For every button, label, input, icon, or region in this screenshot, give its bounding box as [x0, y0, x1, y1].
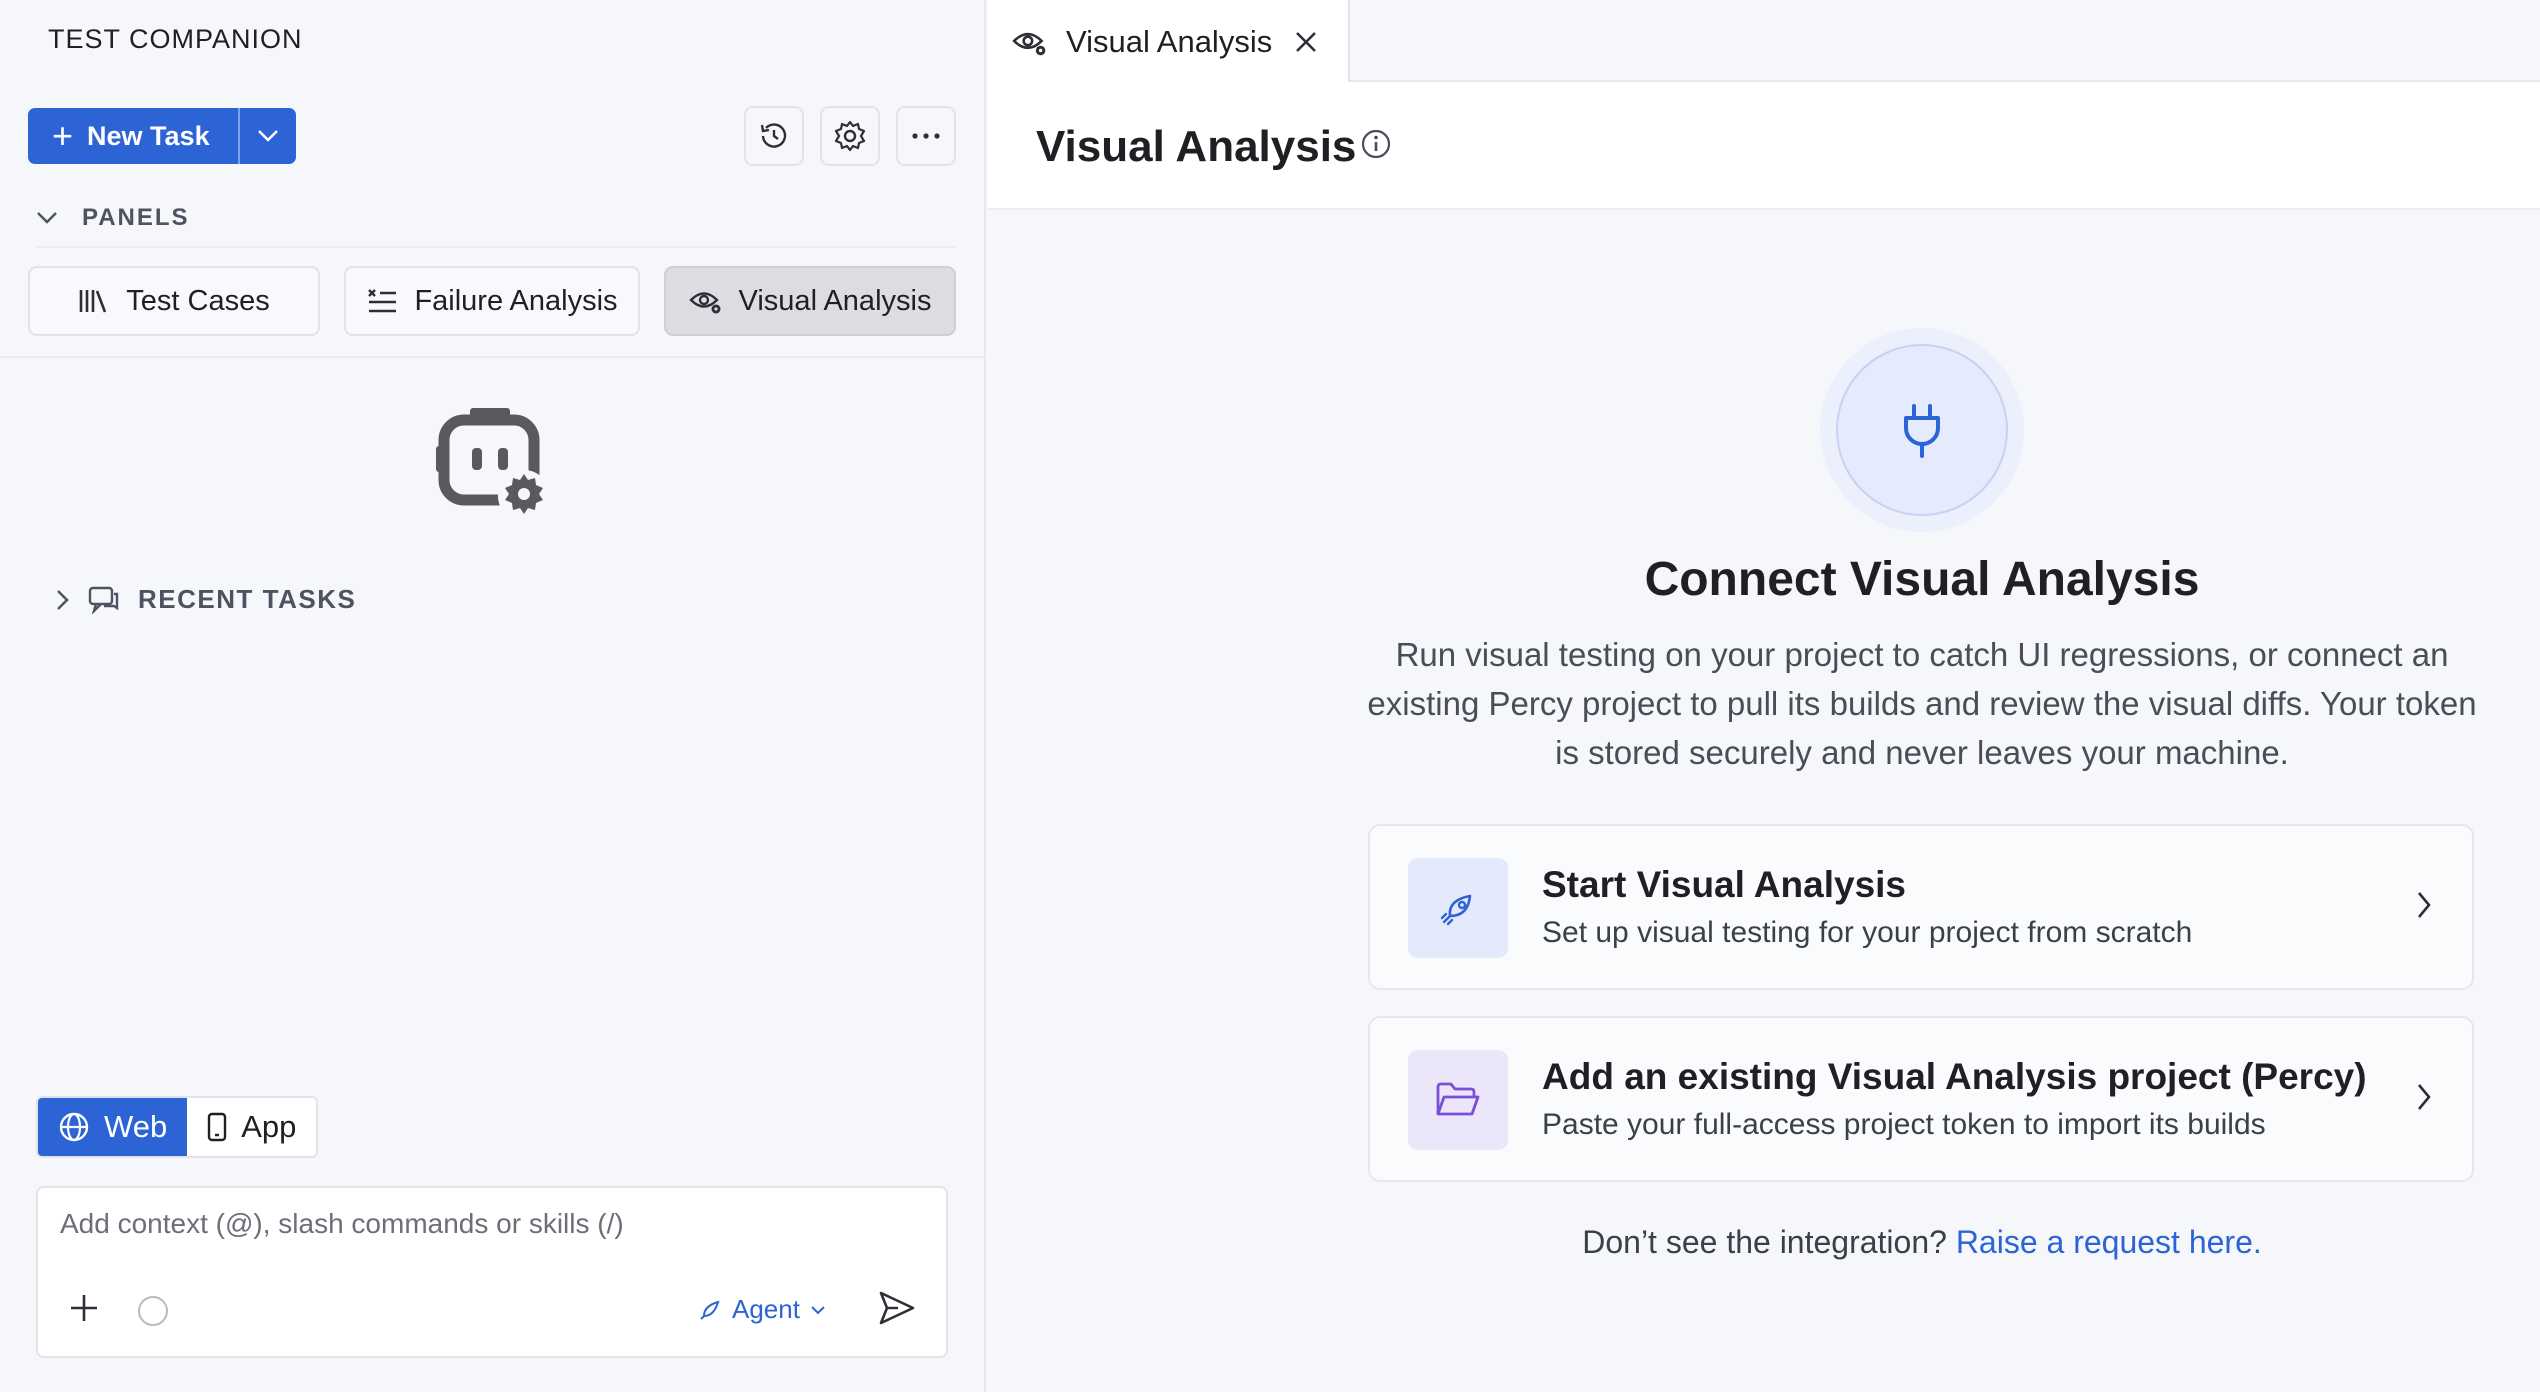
settings-button[interactable]: [820, 106, 880, 166]
page-header: Visual Analysis: [988, 82, 2540, 210]
plug-icon: [1904, 404, 1940, 458]
plug-badge: [1820, 328, 2024, 532]
tab-visual-analysis[interactable]: Visual Analysis: [988, 0, 1350, 84]
chevron-right-icon: [2418, 1084, 2431, 1110]
agent-label: Agent: [732, 1294, 800, 1324]
panel-visual-analysis[interactable]: Visual Analysis: [664, 266, 956, 336]
agent-selector[interactable]: Agent: [698, 1294, 836, 1325]
page-title: Visual Analysis: [1036, 122, 1357, 171]
folder-icon: [1436, 1082, 1480, 1116]
connect-title: Connect Visual Analysis: [1644, 553, 2200, 606]
settings-icon: [834, 120, 866, 152]
rocket-icon: [1440, 894, 1472, 926]
card-icon-tile: [1408, 1050, 1508, 1150]
card-title: Add an existing Visual Analysis project …: [1542, 1056, 2367, 1097]
chevron-right-icon: [57, 589, 69, 610]
recent-tasks-header[interactable]: RECENT TASKS: [56, 584, 356, 615]
integration-note-text: Don’t see the integration?: [1582, 1224, 1947, 1260]
app-label: App: [241, 1109, 297, 1144]
connect-description: Run visual testing on your project to ca…: [1367, 636, 2477, 771]
chevron-down-icon: [37, 212, 57, 224]
composer-input[interactable]: Add context (@), slash commands or skill…: [60, 1208, 624, 1240]
status-circle-icon: [138, 1296, 168, 1326]
panel-label: Failure Analysis: [414, 284, 618, 317]
chevron-down-icon: [258, 130, 278, 142]
eye-gear-icon: [1012, 32, 1046, 56]
globe-icon: [59, 1112, 89, 1142]
platform-toggle: Web App: [36, 1096, 319, 1158]
new-task-dropdown-button[interactable]: [240, 108, 296, 164]
divider: [0, 356, 986, 358]
rocket-icon: [700, 1300, 720, 1320]
chevron-down-icon: [811, 1305, 825, 1314]
panel-label: Visual Analysis: [738, 284, 932, 317]
robot-settings-icon: [436, 408, 550, 522]
panel-failure-analysis[interactable]: Failure Analysis: [344, 266, 640, 336]
web-option[interactable]: Web: [38, 1098, 188, 1156]
info-icon[interactable]: [1360, 128, 1392, 160]
more-icon: [912, 133, 940, 139]
new-task-button[interactable]: + New Task: [28, 108, 238, 164]
raise-request-link[interactable]: Raise a request here.: [1956, 1224, 2262, 1260]
new-task-split-button: + New Task: [28, 108, 296, 164]
recent-tasks-heading: RECENT TASKS: [138, 584, 357, 614]
chat-icon: [88, 586, 119, 614]
card-subtitle: Set up visual testing for your project f…: [1542, 916, 2193, 949]
app-option[interactable]: App: [187, 1098, 316, 1156]
panel-test-cases[interactable]: Test Cases: [28, 266, 320, 336]
web-label: Web: [104, 1109, 168, 1144]
phone-icon: [207, 1112, 227, 1142]
card-icon-tile: [1408, 858, 1508, 958]
chat-composer: Add context (@), slash commands or skill…: [36, 1186, 948, 1358]
plus-icon: +: [52, 115, 74, 156]
list-x-icon: [368, 289, 397, 313]
send-icon[interactable]: [878, 1290, 916, 1326]
sidebar: TEST COMPANION + New Task PANELS Test Ca…: [0, 0, 986, 1392]
panel-label: Test Cases: [126, 284, 270, 317]
card-title: Start Visual Analysis: [1542, 864, 1907, 905]
add-icon[interactable]: [68, 1292, 100, 1324]
start-visual-analysis-card[interactable]: Start Visual Analysis Set up visual test…: [1368, 824, 2474, 990]
panels-heading: PANELS: [82, 204, 190, 231]
integration-note: Don’t see the integration? Raise a reque…: [1320, 1224, 2524, 1261]
panels-section-header[interactable]: PANELS: [36, 204, 956, 248]
history-button[interactable]: [744, 106, 804, 166]
close-icon[interactable]: [1294, 30, 1318, 54]
eye-gear-icon: [688, 292, 721, 314]
tab-label: Visual Analysis: [1066, 24, 1273, 59]
library-icon: [79, 290, 107, 313]
main-content: [988, 212, 2540, 1392]
card-subtitle: Paste your full-access project token to …: [1542, 1108, 2266, 1141]
add-existing-project-card[interactable]: Add an existing Visual Analysis project …: [1368, 1016, 2474, 1182]
app-title: TEST COMPANION: [48, 24, 303, 54]
more-button[interactable]: [896, 106, 956, 166]
history-icon: [760, 123, 787, 148]
new-task-label: New Task: [87, 120, 210, 151]
chevron-right-icon: [2418, 892, 2431, 918]
tab-bar: Visual Analysis: [988, 0, 2540, 84]
